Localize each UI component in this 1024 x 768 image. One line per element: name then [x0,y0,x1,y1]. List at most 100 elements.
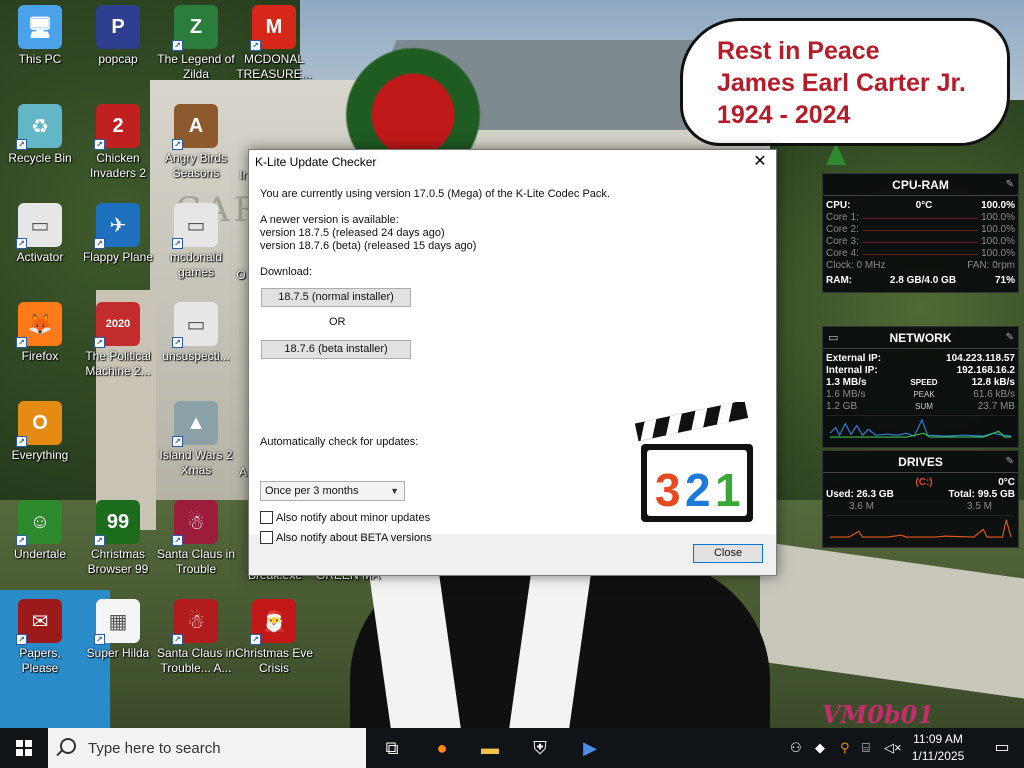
download-normal-installer-button[interactable]: 18.7.5 (normal installer) [261,288,411,307]
ram-row: RAM: 2.8 GB/4.0 GB 71% [823,275,1018,287]
drive-activity-graph [826,515,1015,539]
current-version-text: You are currently using version 17.0.5 (… [260,188,610,200]
wrench-icon[interactable]: ✎ [1006,174,1014,196]
close-icon[interactable]: ✕ [744,150,776,174]
core-label: Core 3: [826,236,859,247]
windows-logo-icon [16,740,32,756]
desktop-icon-label: Firefox [21,349,59,363]
internal-ip-row: Internal IP: 192.168.16.2 [823,365,1018,377]
core-load-bar [863,242,978,243]
tray-people-icon[interactable]: ⚇ [790,740,802,756]
desktop-icon[interactable]: ▲ ↗ Island Wars 2 Xmas [156,401,236,478]
desktop-icon[interactable]: ✈ ↗ Flappy Plane [78,203,158,265]
taskbar: Type here to search ⧉ ● ▬ ⛨ ▶ ⚇ ◆ ⚲ ⌸ ◁×… [0,728,1024,768]
desktop-icon[interactable]: ✉ ↗ Papers, Please [0,599,80,676]
desktop-icon[interactable]: O ↗ Everything [0,401,80,463]
search-placeholder: Type here to search [88,740,221,757]
dialog-titlebar[interactable]: K-Lite Update Checker ✕ [249,150,776,174]
drive-io-row: 3.6 M 3.5 M [823,501,1018,513]
desktop-icon[interactable]: 🎅 ↗ Christmas Eve Crisis [234,599,314,676]
desktop-icon-glyph: 99 [106,510,130,533]
cpu-ram-gadget[interactable]: CPU-RAM ✎ CPU: 0°C 100.0% Core 1: 100.0% C… [822,173,1019,293]
desktop-icon-glyph: O [32,411,48,434]
notify-minor-label[interactable]: Also notify about minor updates [276,512,430,524]
desktop-icon[interactable]: Ppopcap [78,5,158,67]
close-button[interactable]: Close [693,544,763,563]
desktop-icon[interactable]: 2020 ↗ The Political Machine 2... [78,302,158,379]
file-explorer-icon[interactable]: ▬ [466,728,514,768]
wrench-icon[interactable]: ✎ [1006,327,1014,349]
core-load-bar [863,254,978,255]
desktop-icon-glyph: P [111,15,125,38]
core-row: Core 4: 100.0% [823,248,1018,260]
update-frequency-value: Once per 3 months [265,485,359,497]
desktop-icon[interactable]: ☺ ↗ Undertale [0,500,80,562]
sum-row: 1.2 GB SUM 23.7 MB [823,401,1018,413]
tray-network-icon[interactable]: ⌸ [862,740,870,756]
desktop-icon-label: mcdonald games [169,250,223,279]
desktop-icon[interactable]: ☃ ↗ Santa Claus in Trouble [156,500,236,577]
task-view-icon[interactable]: ⧉ [368,728,416,768]
sum-label: SUM [915,402,933,411]
external-ip-label: External IP: [826,353,882,364]
download-beta-installer-button[interactable]: 18.7.6 (beta installer) [261,340,411,359]
cpu-percent: 100.0% [981,200,1015,211]
desktop-icon[interactable]: 2 ↗ Chicken Invaders 2 [78,104,158,181]
notify-beta-label[interactable]: Also notify about BETA versions [276,532,432,544]
desktop-icon[interactable]: 🦊 ↗ Firefox [0,302,80,364]
notify-minor-checkbox[interactable] [260,511,273,524]
network-traffic-graph [826,415,1015,439]
notifications-icon[interactable]: ▭ [980,728,1024,768]
desktop-icon-glyph: 🎅 [261,610,287,633]
desktop-icon-label: This PC [18,52,62,66]
desktop-icon-label: Island Wars 2 Xmas [159,448,233,477]
desktop-icon-label: Santa Claus in Trouble [156,547,236,576]
desktop-icon[interactable]: 99 ↗ Christmas Browser 99 [78,500,158,577]
search-icon [60,738,76,754]
desktop-icon[interactable]: ▭ ↗ unsuspecti... [156,302,236,364]
core-load-bar [863,218,978,219]
tray-drop-icon[interactable]: ◆ [815,740,825,756]
desktop-icon-image: ☺ ↗ [16,500,62,546]
ram-percent: 71% [994,275,1015,286]
desktop-icon[interactable]: ▭ ↗ Activator [0,203,80,265]
taskbar-search-box[interactable]: Type here to search [48,728,366,768]
shortcut-arrow-icon: ↗ [16,337,27,348]
desktop-icon[interactable]: Z ↗ The Legend of Zilda [156,5,236,82]
desktop-icon-label: Santa Claus in Trouble... A... [156,646,236,675]
core-load-bar [863,230,978,231]
powershell-icon[interactable]: ▶ [566,728,614,768]
firefox-taskbar-icon[interactable]: ● [418,728,466,768]
desktop-icon[interactable]: ▭ ↗ mcdonald games [156,203,236,280]
start-button[interactable] [0,728,48,768]
desktop-icon[interactable]: ♻ ↗ Recycle Bin [0,104,80,166]
tray-everything-icon[interactable]: ⚲ [840,740,850,756]
sum-up: 23.7 MB [977,401,1015,412]
speed-label: SPEED [910,378,938,387]
peak-row: 1.6 MB/s PEAK 61.6 kB/s [823,389,1018,401]
cpu-row: CPU: 0°C 100.0% [823,200,1018,212]
update-frequency-select[interactable]: Once per 3 months ▼ [260,481,405,501]
core-label: Core 4: [826,248,859,259]
drives-gadget[interactable]: DRIVES ✎ (C:) 0°C Used: 26.3 GB Total: 9… [822,450,1019,548]
bubble-line-1: Rest in Peace [717,37,880,65]
shortcut-arrow-icon: ↗ [172,40,183,51]
taskbar-clock[interactable]: 11:09 AM 1/11/2025 [903,731,973,765]
desktop-icon[interactable]: 🖥 This PC [0,5,80,67]
shortcut-arrow-icon: ↗ [172,139,183,150]
desktop-icon[interactable]: ▦ ↗ Super Hilda [78,599,158,661]
desktop-icon-image: ☃ ↗ [172,500,218,546]
clock-text: Clock: 0 MHz [826,260,886,271]
shortcut-arrow-icon: ↗ [16,436,27,447]
tray-volume-muted-icon[interactable]: ◁× [884,740,902,756]
core-value: 100.0% [981,236,1015,247]
notify-beta-checkbox[interactable] [260,531,273,544]
desktop-icon[interactable]: ☃ ↗ Santa Claus in Trouble... A... [156,599,236,676]
network-gadget[interactable]: ▭ NETWORK ✎ External IP: 104.223.118.57 … [822,326,1019,448]
desktop-icon[interactable]: A ↗ Angry Birds Seasons [156,104,236,181]
desktop-icon-image: Z ↗ [172,5,218,51]
desktop-icon[interactable]: M ↗ MCDONAL TREASURE... [234,5,314,82]
peak-up: 61.6 kB/s [973,389,1015,400]
wrench-icon[interactable]: ✎ [1006,451,1014,473]
security-shield-icon[interactable]: ⛨ [516,728,564,768]
